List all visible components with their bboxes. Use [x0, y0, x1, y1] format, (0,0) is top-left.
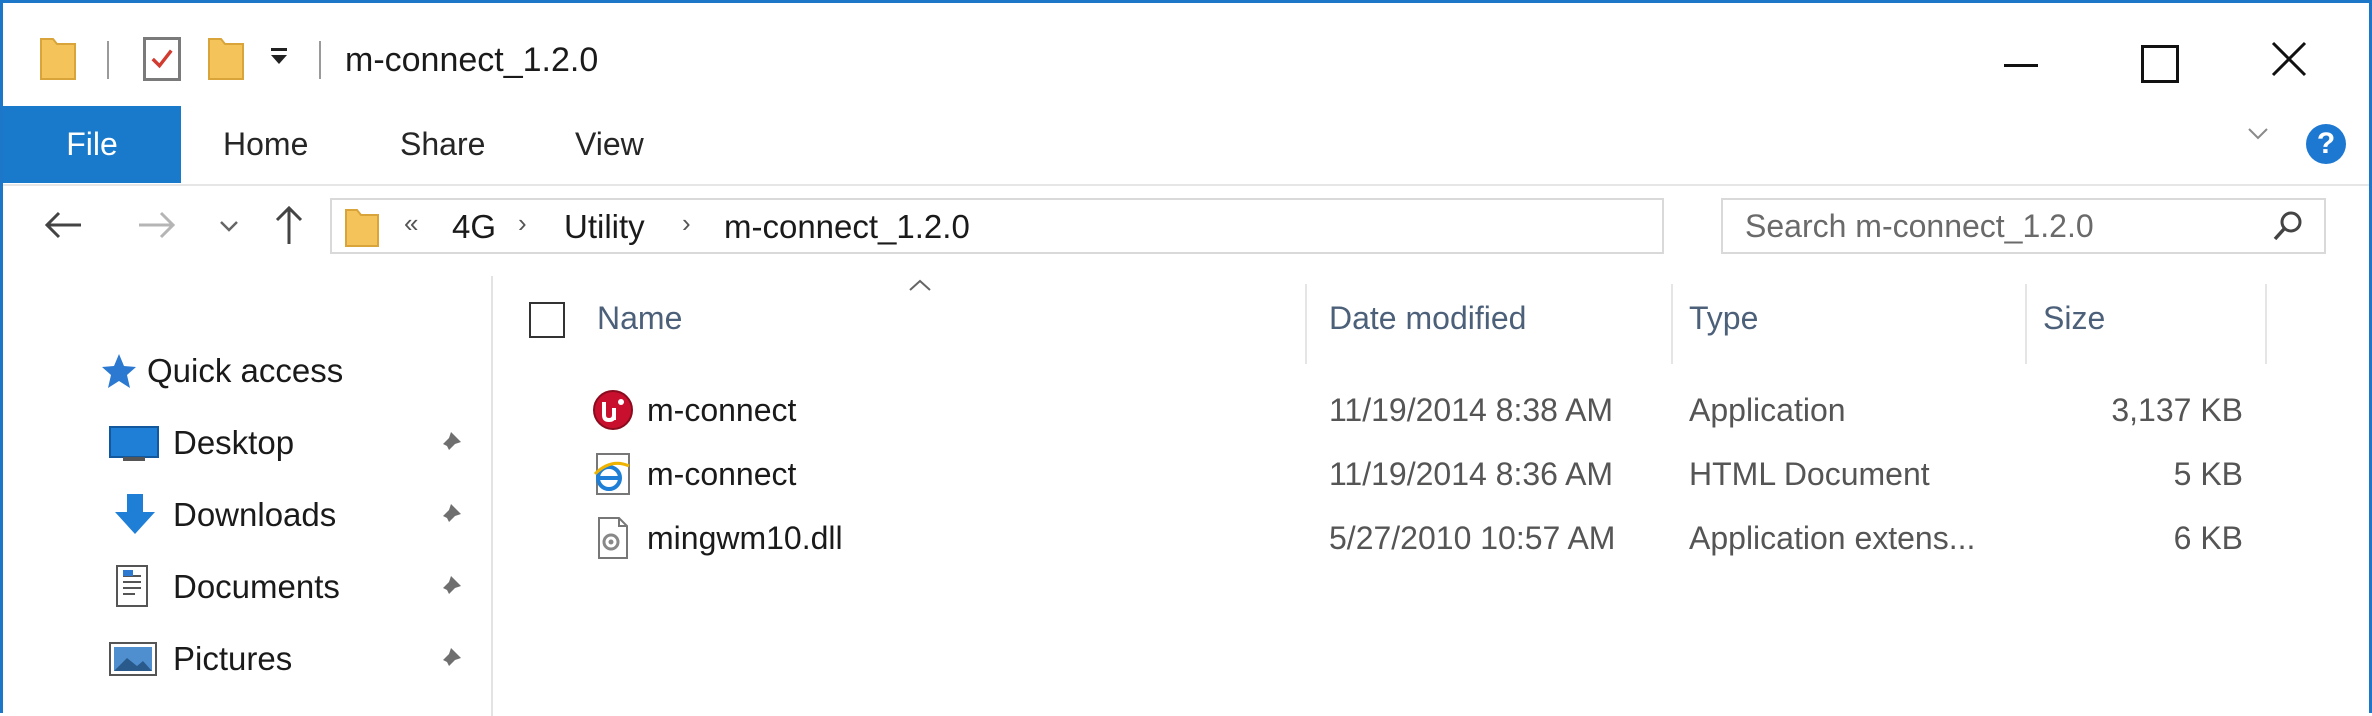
quick-access-separator	[107, 41, 109, 79]
pin-icon[interactable]	[435, 646, 463, 674]
desktop-icon	[109, 426, 159, 461]
dll-file-icon	[598, 517, 628, 559]
sidebar-item-desktop[interactable]: Desktop	[3, 410, 473, 470]
search-icon[interactable]	[2271, 209, 2305, 243]
properties-icon[interactable]	[143, 37, 181, 81]
file-name[interactable]: m-connect	[647, 392, 796, 429]
forward-arrow-icon[interactable]	[135, 200, 179, 250]
sidebar-item-quick-access[interactable]: Quick access	[3, 338, 473, 398]
column-divider[interactable]	[1305, 284, 1307, 364]
column-divider[interactable]	[2025, 284, 2027, 364]
address-bar[interactable]: « 4G › Utility › m-connect_1.2.0	[330, 198, 1992, 254]
sidebar-item-label: Quick access	[147, 352, 344, 389]
file-date: 5/27/2010 10:57 AM	[1329, 520, 1616, 556]
table-row[interactable]: m-connect 11/19/2014 8:36 AM HTML Docume…	[493, 444, 2372, 504]
column-header-name[interactable]: Name	[597, 300, 682, 337]
column-header-size[interactable]: Size	[2043, 300, 2105, 337]
help-icon[interactable]: ?	[2306, 124, 2346, 164]
star-icon	[102, 354, 136, 388]
table-row[interactable]: m-connect 11/19/2014 8:38 AM Application…	[493, 380, 2372, 440]
breadcrumb-overflow[interactable]: «	[404, 208, 418, 239]
customize-quick-access-icon[interactable]	[269, 44, 289, 66]
column-header-type[interactable]: Type	[1689, 300, 1758, 337]
pin-icon[interactable]	[435, 574, 463, 602]
tab-share[interactable]: Share	[400, 106, 485, 183]
sidebar-item-downloads[interactable]: Downloads	[3, 482, 473, 542]
back-arrow-icon[interactable]	[41, 200, 85, 250]
download-arrow-icon	[115, 494, 155, 534]
pictures-icon	[109, 642, 157, 676]
navigation-pane: Quick access Desktop Downloads Documents…	[3, 276, 493, 716]
maximize-button[interactable]	[2091, 21, 2221, 103]
breadcrumb-4g[interactable]: 4G	[452, 208, 496, 246]
sidebar-item-label: Pictures	[173, 640, 293, 677]
tab-home[interactable]: Home	[223, 106, 308, 183]
select-all-checkbox[interactable]	[529, 302, 565, 338]
pin-icon[interactable]	[435, 430, 463, 458]
file-name[interactable]: m-connect	[647, 456, 796, 493]
sidebar-item-documents[interactable]: Documents	[3, 554, 473, 614]
search-box[interactable]	[1721, 198, 2326, 254]
file-size: 5 KB	[2173, 456, 2243, 492]
file-size: 6 KB	[2173, 520, 2243, 556]
sidebar-item-label: Desktop	[173, 424, 295, 461]
breadcrumb-separator[interactable]: ›	[682, 208, 691, 239]
sidebar-item-label: Documents	[173, 568, 340, 605]
file-explorer-window: m-connect_1.2.0 File Home Share View ? «…	[0, 0, 2372, 716]
sort-ascending-icon	[909, 279, 931, 291]
file-name[interactable]: mingwm10.dll	[647, 520, 843, 557]
column-divider[interactable]	[1671, 284, 1673, 364]
file-date: 11/19/2014 8:38 AM	[1329, 392, 1614, 428]
file-type: HTML Document	[1689, 456, 1930, 492]
expand-ribbon-icon[interactable]	[2246, 121, 2270, 145]
column-header-date-modified[interactable]: Date modified	[1329, 300, 1526, 337]
table-row[interactable]: mingwm10.dll 5/27/2010 10:57 AM Applicat…	[493, 508, 2372, 568]
column-divider[interactable]	[2265, 284, 2267, 364]
folder-icon	[40, 38, 76, 80]
breadcrumb-utility[interactable]: Utility	[564, 208, 645, 246]
documents-icon	[116, 565, 148, 607]
recent-locations-icon[interactable]	[217, 200, 241, 250]
pin-icon[interactable]	[435, 502, 463, 530]
sidebar-item-label: Downloads	[173, 496, 337, 533]
folder-icon	[345, 209, 379, 247]
file-size: 3,137 KB	[2111, 392, 2243, 428]
tab-view[interactable]: View	[575, 106, 644, 183]
navigation-bar: « 4G › Utility › m-connect_1.2.0	[3, 186, 2369, 276]
breadcrumb-separator[interactable]: ›	[518, 208, 527, 239]
close-button[interactable]	[2223, 21, 2353, 103]
new-folder-icon[interactable]	[207, 35, 245, 81]
file-type: Application	[1689, 392, 1846, 428]
tab-file[interactable]: File	[3, 106, 181, 183]
internet-explorer-icon	[593, 453, 630, 495]
file-list: Name Date modified Type Size m-connect 1…	[493, 276, 2372, 716]
title-separator	[319, 41, 321, 79]
title-bar: m-connect_1.2.0	[3, 3, 2369, 106]
up-arrow-icon[interactable]	[269, 200, 309, 250]
file-date: 11/19/2014 8:36 AM	[1329, 456, 1614, 492]
file-type: Application extens...	[1689, 520, 1976, 556]
close-icon	[2271, 41, 2307, 77]
window-title: m-connect_1.2.0	[345, 41, 599, 79]
ribbon-tabs: File Home Share View ?	[3, 106, 2369, 186]
minimize-button[interactable]	[1958, 21, 2088, 103]
sidebar-item-pictures[interactable]: Pictures	[3, 626, 473, 686]
search-input[interactable]	[1745, 200, 2245, 252]
application-icon	[593, 390, 633, 430]
breadcrumb-current[interactable]: m-connect_1.2.0	[724, 208, 970, 246]
